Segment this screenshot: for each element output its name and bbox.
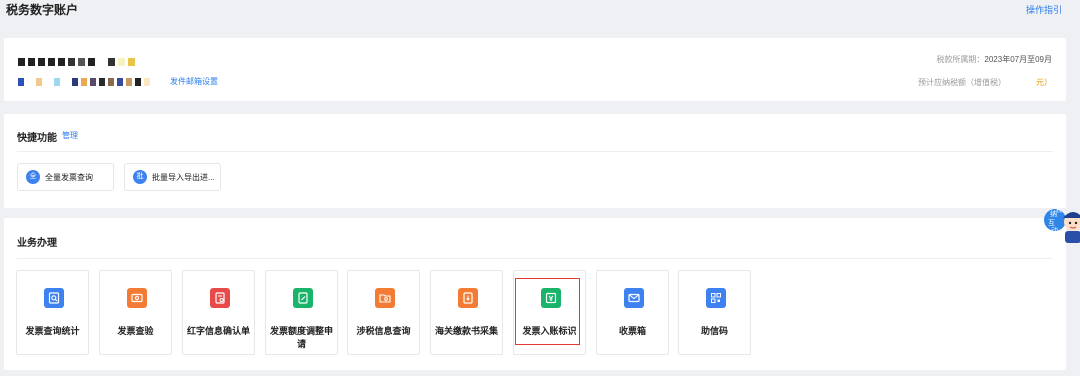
- svg-text:动: 动: [1051, 226, 1058, 235]
- manage-link[interactable]: 管理: [62, 130, 78, 141]
- batch-icon: 批: [133, 170, 147, 184]
- quick-button-label: 全量发票查询: [45, 172, 93, 182]
- customs-payment-icon: [458, 288, 478, 308]
- tile-label: 涉税信息查询: [356, 326, 411, 336]
- tile-label: 发票额度调整申请: [269, 326, 333, 349]
- tax-period-label: 税款所属期：: [936, 55, 985, 64]
- inbox-icon: [624, 288, 644, 308]
- tile-label: 海关缴款书采集: [434, 326, 498, 336]
- estimated-tax-unit: 元）: [1036, 78, 1052, 87]
- quick-button-full-invoice-query[interactable]: 全 全量发票查询: [17, 163, 114, 191]
- tile-tax-info-query[interactable]: 涉税信息查询: [347, 270, 420, 355]
- quick-button-label: 批量导入导出进...: [152, 172, 215, 182]
- tile-qr-code[interactable]: 助信码: [678, 270, 751, 355]
- tile-invoice-verify[interactable]: 发票查验: [99, 270, 172, 355]
- tile-label: 收票箱: [618, 326, 646, 336]
- invoice-search-icon: [44, 288, 64, 308]
- estimated-tax-label: 预计应纳税额（增值税）: [918, 78, 1006, 87]
- tax-info-query-icon: [375, 288, 395, 308]
- assistant-avatar-icon: 纳 税 互 动: [1044, 206, 1080, 243]
- invoice-verify-icon: [127, 288, 147, 308]
- quick-functions-title: 快捷功能: [17, 133, 57, 144]
- red-invoice-confirm-icon: [210, 288, 230, 308]
- assistant-float-widget[interactable]: 纳 税 互 动: [1043, 200, 1080, 246]
- divider: [17, 258, 1053, 259]
- estimated-tax: 预计应纳税额（增值税） 元）: [918, 77, 1052, 88]
- page-title: 税务数字账户: [6, 3, 79, 17]
- tile-customs-payment[interactable]: 海关缴款书采集: [430, 270, 503, 355]
- tile-label: 红字信息确认单: [186, 326, 250, 336]
- email-setting-link[interactable]: 发件邮箱设置: [170, 76, 218, 87]
- quick-button-batch-import-export[interactable]: 批 批量导入导出进...: [124, 163, 221, 191]
- quick-functions-card: 快捷功能 管理 全 全量发票查询 批 批量导入导出进...: [4, 114, 1066, 208]
- qr-code-icon: [706, 288, 726, 308]
- full-query-icon: 全: [26, 170, 40, 184]
- divider: [17, 151, 1053, 152]
- selected-tile-highlight: [515, 278, 580, 345]
- tile-red-invoice-confirm[interactable]: 红字信息确认单: [182, 270, 255, 355]
- tile-invoice-query-stats[interactable]: 发票查询统计: [16, 270, 89, 355]
- top-bar: 税务数字账户 操作指引: [0, 0, 1080, 20]
- tile-inbox[interactable]: 收票箱: [596, 270, 669, 355]
- account-info-card: 发件邮箱设置 税款所属期：2023年07月至09月 预计应纳税额（增值税） 元）: [4, 38, 1066, 101]
- tax-period-value: 2023年07月至09月: [984, 55, 1052, 64]
- tile-quota-adjust[interactable]: 发票额度调整申请: [265, 270, 338, 355]
- quota-adjust-icon: [293, 288, 313, 308]
- svg-text:税: 税: [1056, 206, 1062, 214]
- masked-company-name: [18, 58, 135, 66]
- svg-text:互: 互: [1048, 219, 1055, 227]
- business-title: 业务办理: [17, 238, 57, 249]
- masked-taxpayer-id: [18, 78, 150, 86]
- operation-guide-link[interactable]: 操作指引: [1026, 3, 1062, 16]
- tile-label: 发票查询统计: [25, 326, 80, 336]
- tax-period: 税款所属期：2023年07月至09月: [936, 54, 1052, 65]
- tile-label: 发票查验: [117, 326, 154, 336]
- tile-label: 助信码: [700, 326, 728, 336]
